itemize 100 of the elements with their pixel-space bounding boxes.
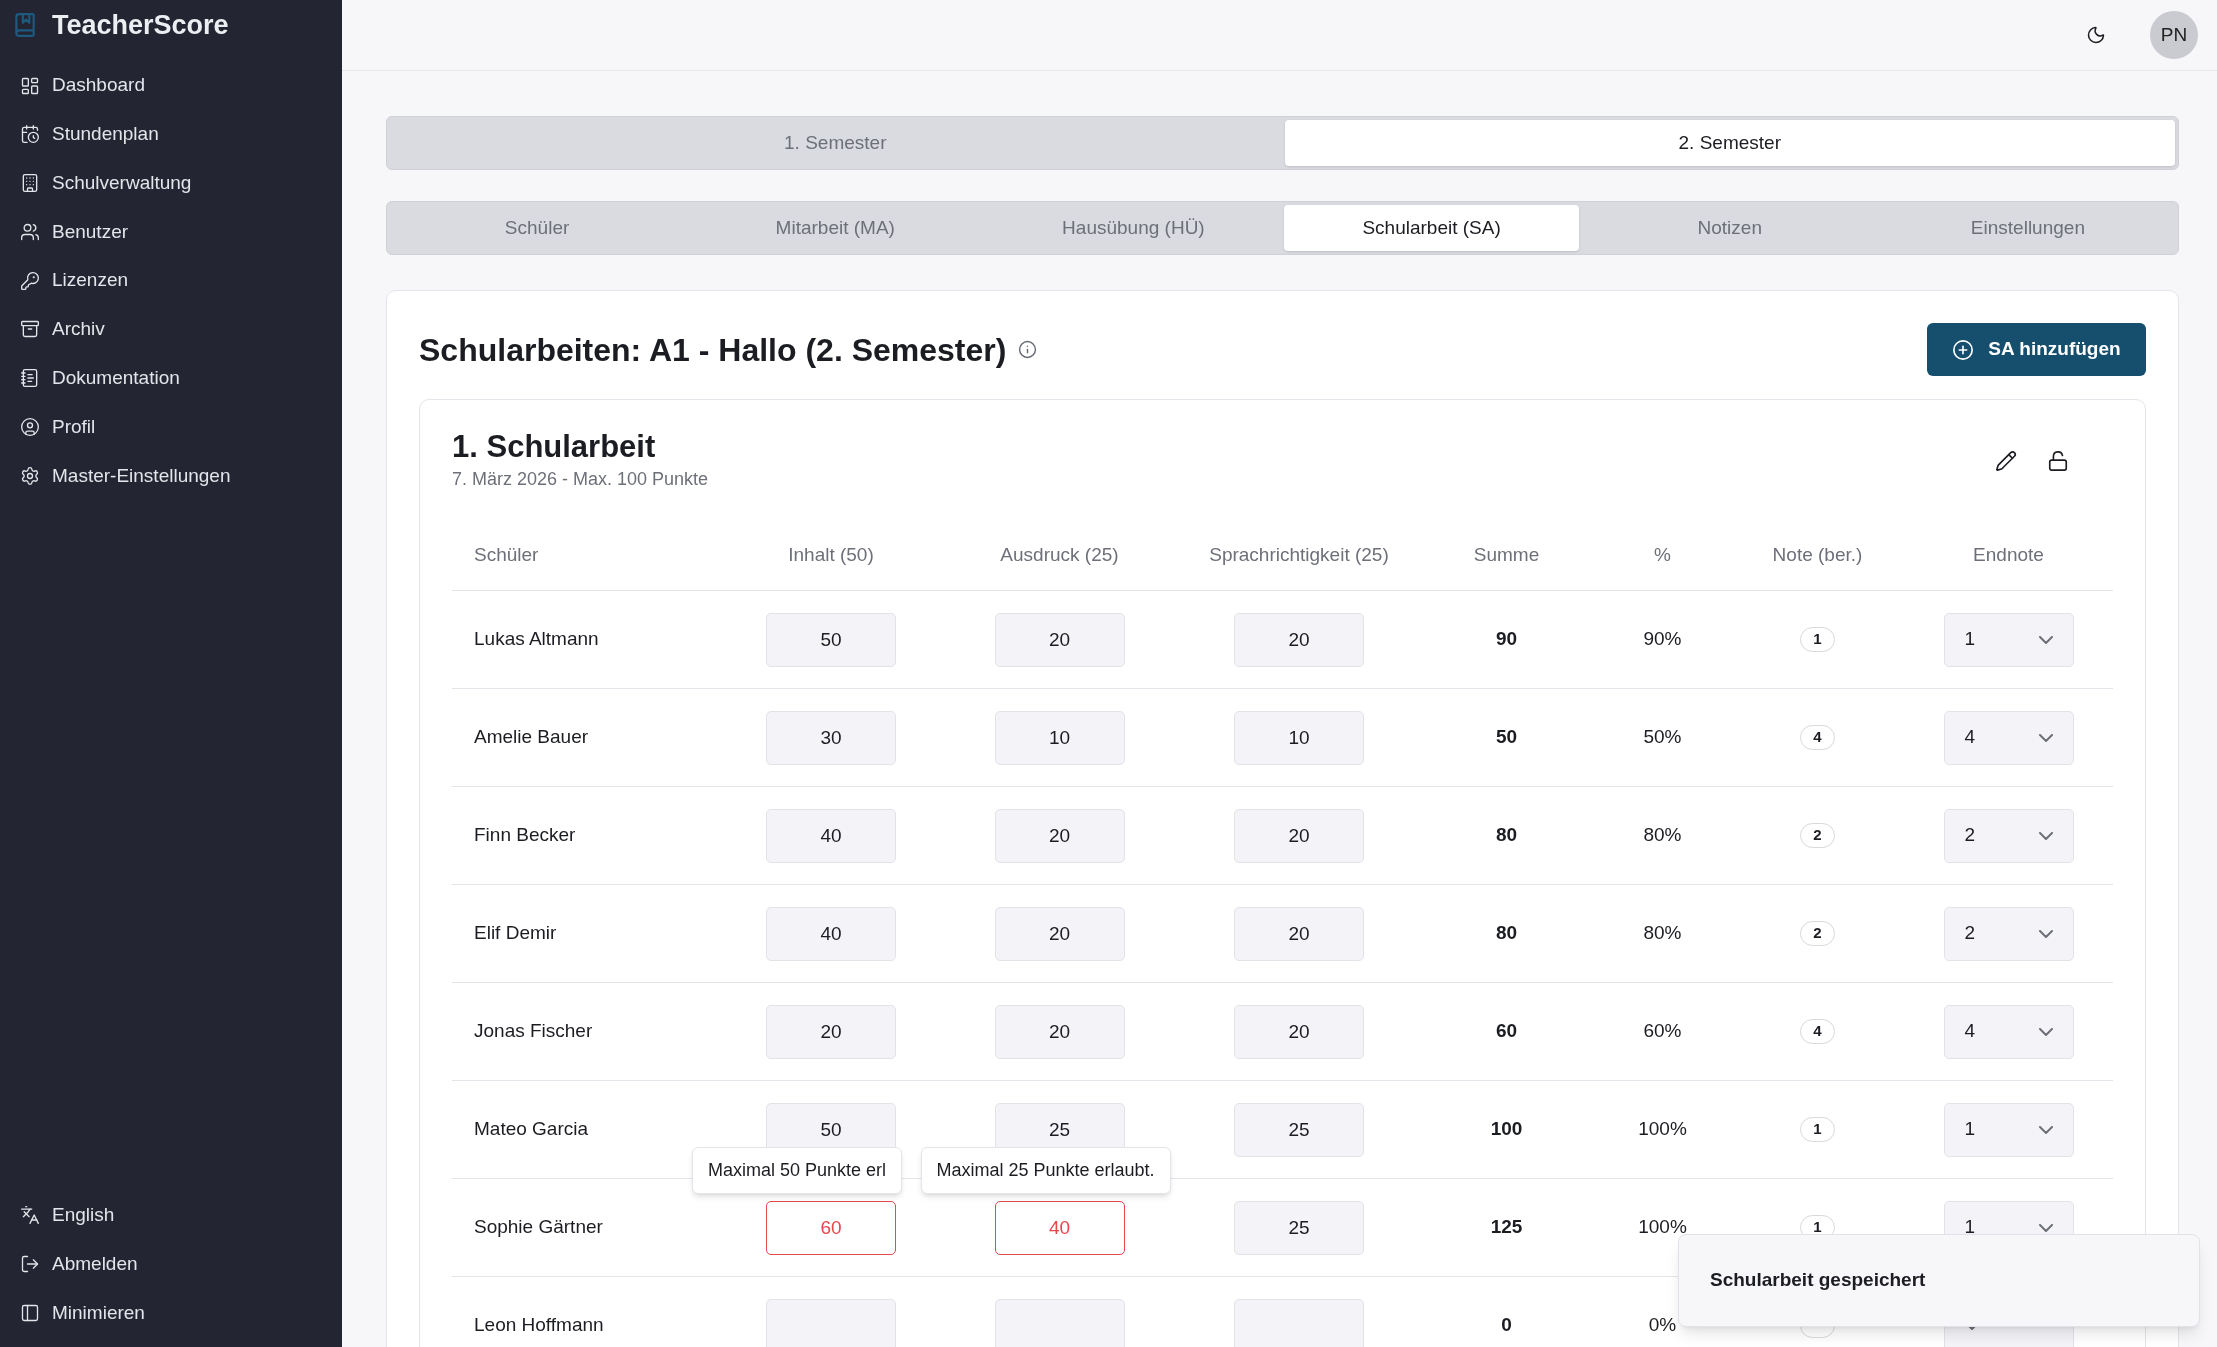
chevron-down-icon [2038,1125,2053,1134]
info-icon[interactable] [1018,340,1038,359]
notebook-icon [20,368,40,389]
column-header: Schüler [474,544,539,566]
score-input[interactable]: 20 [1234,1004,1364,1059]
section-tab[interactable]: Notizen [1582,205,1877,251]
sidebar-item[interactable]: Schulverwaltung [0,163,342,204]
unlocked-icon [2047,449,2069,472]
column-header: Endnote [1973,543,2044,568]
chevron-down-icon [2038,831,2053,840]
user-avatar[interactable]: PN [2150,11,2198,59]
student-name: Leon Hoffmann [474,1314,604,1336]
sum-value: 80 [1495,823,1518,848]
error-tooltip: Maximal 50 Punkte erl [692,1146,903,1194]
final-grade-select[interactable]: 4 [1943,1004,2074,1059]
building-icon [20,173,40,194]
percent-value: 60% [1643,1019,1682,1044]
sidebar-item[interactable]: Benutzer [0,211,342,252]
sidebar-item[interactable]: Master-Einstellungen [0,455,342,496]
moon-icon [2086,25,2106,45]
final-grade-select[interactable]: 1 [1943,612,2074,667]
score-input[interactable]: 10 [1234,710,1364,765]
settings-icon [20,465,40,486]
sidebar-item[interactable]: English [0,1195,342,1236]
final-grade-select[interactable]: 1 [1943,1102,2074,1157]
section-tab[interactable]: Einstellungen [1880,205,2175,251]
percent-value: 80% [1643,823,1682,848]
final-grade-select[interactable]: 2 [1943,808,2074,863]
sidebar-item[interactable]: Archiv [0,309,342,350]
percent-value: 90% [1643,627,1682,652]
section-tab[interactable]: Schüler [390,205,685,251]
section-tab[interactable]: Hausübung (HÜ) [986,205,1281,251]
student-name: Lukas Altmann [474,628,599,650]
score-input[interactable]: 20 [994,612,1125,667]
student-name: Finn Becker [474,824,576,846]
score-input[interactable] [994,1298,1125,1347]
score-input[interactable]: 30 [766,710,896,765]
score-input[interactable]: 20 [994,1004,1125,1059]
final-grade-select[interactable]: 2 [1943,906,2074,961]
chevron-down-icon [2038,1223,2053,1232]
score-input[interactable]: 60 [766,1200,896,1255]
error-tooltip: Maximal 25 Punkte erlaubt. [920,1146,1171,1194]
edit-button[interactable] [1995,449,2017,472]
score-input[interactable]: 25 [1234,1200,1364,1255]
score-input[interactable]: 20 [1234,808,1364,863]
section-tab[interactable]: Schularbeit (SA) [1284,205,1579,251]
score-input[interactable]: 25 [1234,1102,1364,1157]
lock-button[interactable] [2047,449,2069,472]
column-header: Inhalt (50) [788,543,874,568]
sidebar-item[interactable]: Lizenzen [0,260,342,301]
student-name: Sophie Gärtner [474,1216,603,1238]
plus-circle-icon [1952,338,1975,361]
score-input[interactable]: 40 [766,906,896,961]
score-input[interactable]: 20 [994,906,1125,961]
final-grade-select[interactable]: 4 [1943,710,2074,765]
percent-value: 0% [1648,1313,1677,1338]
column-header: Note (ber.) [1772,543,1863,568]
sum-value: 100 [1490,1117,1523,1142]
sum-value: 80 [1495,921,1518,946]
student-name: Elif Demir [474,922,557,944]
score-input[interactable]: 40 [766,808,896,863]
dashboard-icon [20,75,40,96]
column-header: Ausdruck (25) [1000,543,1119,568]
add-exam-button[interactable]: SA hinzufügen [1927,323,2146,376]
percent-value: 100% [1638,1117,1687,1142]
score-input[interactable]: 20 [766,1004,896,1059]
sidebar-item[interactable]: Profil [0,407,342,448]
column-header: Summe [1473,543,1540,568]
archive-icon [20,319,40,340]
score-input[interactable]: 50 [766,612,896,667]
sidebar-item[interactable]: Minimieren [0,1293,342,1333]
percent-value: 80% [1643,921,1682,946]
toast-notification: Schularbeit gespeichert [1678,1234,2200,1327]
sidebar-item[interactable]: Stundenplan [0,114,342,155]
user-circle-icon [20,417,40,438]
sidebar-item[interactable]: Dokumentation [0,358,342,399]
sum-value: 90 [1495,627,1518,652]
score-input[interactable]: 20 [1234,906,1364,961]
translate-icon [20,1205,40,1226]
exam-subtitle: 7. März 2026 - Max. 100 Punkte [452,468,709,491]
score-input[interactable] [766,1298,896,1347]
section-tab[interactable]: Mitarbeit (MA) [688,205,983,251]
score-input[interactable]: 20 [994,808,1125,863]
sidebar-item[interactable]: Dashboard [0,65,342,106]
sidebar-item[interactable]: Abmelden [0,1244,342,1285]
calendar-clock-icon [20,124,40,145]
score-input[interactable]: 10 [994,710,1125,765]
chevron-down-icon [2038,1027,2053,1036]
student-name: Amelie Bauer [474,726,589,748]
chevron-down-icon [2038,733,2053,742]
score-input[interactable] [1234,1298,1364,1347]
pencil-icon [1995,449,2017,472]
score-input[interactable]: 40 [994,1200,1125,1255]
semester-tab[interactable]: 2. Semester [1284,120,2175,166]
percent-value: 50% [1643,725,1682,750]
score-input[interactable]: 20 [1234,612,1364,667]
key-icon [20,270,40,291]
semester-tab[interactable]: 1. Semester [390,120,1281,166]
chevron-down-icon [2038,635,2053,644]
student-name: Mateo Garcia [474,1118,589,1140]
